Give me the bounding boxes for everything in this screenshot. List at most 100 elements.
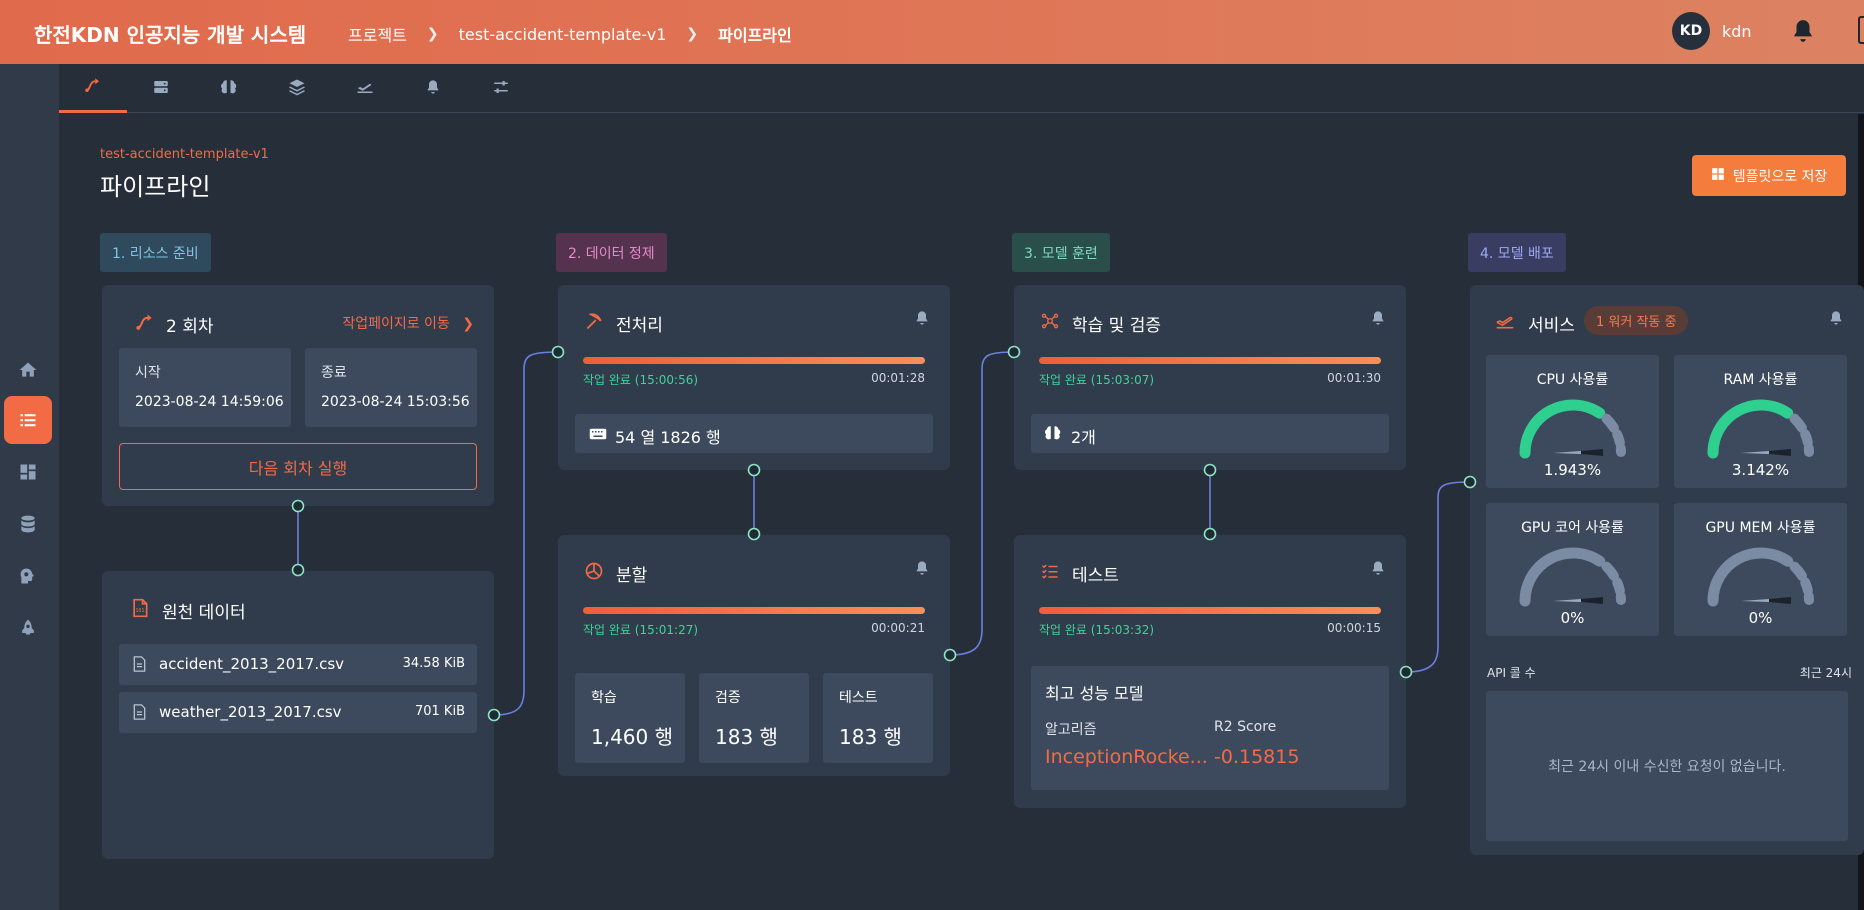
bell-icon[interactable] [1828,309,1844,331]
layers-icon [288,78,306,100]
gauge-needle-tip [1553,599,1581,602]
network-icon [1040,312,1060,335]
start-label: 시작 [135,365,161,381]
api-calls-label: API 콜 수 [1487,666,1536,680]
gauge-arc [1707,399,1794,459]
train-validation-card[interactable]: 학습 및 검증 작업 완료 (15:03:07) 00:01:30 2개 [1014,285,1406,470]
tab-server[interactable] [127,64,195,113]
progress-bar [1039,607,1381,614]
breadcrumb-project[interactable]: test-accident-template-v1 [459,25,667,44]
train-split-box: 학습 1,460 행 [575,673,685,763]
avatar[interactable]: KD [1672,12,1710,50]
gauge-needle-tip [1741,451,1769,454]
chevron-right-icon: ❯ [686,26,699,42]
go-to-job-page-label: 작업페이지로 이동 [342,316,450,332]
split-card[interactable]: 분할 작업 완료 (15:01:27) 00:00:21 학습 1,460 행 … [558,535,950,776]
best-model-box: 최고 성능 모델 알고리즘 InceptionRocke... R2 Score… [1031,666,1389,790]
gauge-label: RAM 사용률 [1723,372,1798,388]
window-icon[interactable] [1858,16,1864,44]
breadcrumb-projects[interactable]: 프로젝트 [348,22,407,46]
cpu-gauge: CPU 사용률 1.943% [1486,355,1659,488]
test-card[interactable]: 테스트 작업 완료 (15:03:32) 00:00:15 최고 성능 모델 알… [1014,535,1406,808]
tab-deploy[interactable] [331,64,399,113]
brain-gear-icon[interactable] [4,552,52,600]
gauge-value: 0% [1560,609,1585,627]
brain-icon [219,78,239,100]
file-row[interactable]: accident_2013_2017.csv 34.58 KiB [119,644,477,685]
rocket-icon[interactable] [4,604,52,652]
breadcrumb-current: 파이프라인 [718,26,792,45]
bell-icon [425,78,441,100]
tab-settings[interactable] [467,64,535,113]
keyboard-icon [589,426,607,445]
gauge-arc [1612,577,1625,596]
tab-alerts[interactable] [399,64,467,113]
stage-label-data-cleaning: 2. 데이터 정제 [556,233,667,272]
gauge-dial [1519,547,1626,607]
progress-bar [583,357,925,364]
elapsed-time: 00:00:15 [1327,621,1381,635]
save-template-label: 템플릿으로 저장 [1732,168,1828,185]
gauge-arc [1800,429,1813,448]
model-count-box: 2개 [1031,414,1389,453]
gauge-needle-tip [1741,599,1769,602]
file-row[interactable]: weather_2013_2017.csv 701 KiB [119,692,477,733]
api-calls-chart: 최근 24시 이내 수신한 요청이 없습니다. [1486,691,1848,841]
service-card[interactable]: 서비스 1 워커 작동 중 CPU 사용률 1.943% RAM 사용률 3.1… [1470,285,1864,855]
gauge-arc [1601,561,1619,581]
tab-pipeline[interactable] [59,64,127,113]
file-size: 34.58 KiB [402,656,465,671]
gauge-arc [1519,547,1606,607]
elapsed-time: 00:01:30 [1327,371,1381,385]
status-text: 작업 완료 (15:01:27) [583,623,699,637]
plane-icon [1494,311,1516,336]
bell-icon[interactable] [914,309,930,331]
gauge-label: GPU MEM 사용률 [1705,520,1816,536]
algorithm-value: InceptionRocke... [1045,746,1208,768]
bell-icon[interactable] [914,559,930,581]
data-shape: 54 열 1826 행 [615,428,721,447]
checklist-icon [1040,562,1060,585]
gauge-needle [1581,597,1603,604]
worker-status-badge: 1 워커 작동 중 [1584,306,1689,335]
bell-icon[interactable] [1370,309,1386,331]
next-run-button[interactable]: 다음 회차 실행 [119,443,477,490]
gauge-arc [1601,413,1619,433]
app-title[interactable]: 한전KDN 인공지능 개발 시스템 [34,19,306,48]
gauge-needle [1581,449,1603,456]
go-to-job-page-link[interactable]: 작업페이지로 이동 ❯ [342,313,474,333]
tab-layers[interactable] [263,64,331,113]
start-value: 2023-08-24 14:59:06 [135,394,284,410]
svg-text:101: 101 [135,608,144,614]
page-title: 파이프라인 [100,173,211,201]
file-name: weather_2013_2017.csv [159,703,342,721]
model-count: 2개 [1071,428,1096,447]
gauge-needle [1769,597,1791,604]
dashboard-icon[interactable] [4,448,52,496]
api-empty-message: 최근 24시 이내 수신한 요청이 없습니다. [1548,759,1786,775]
notification-bell-icon[interactable] [1790,18,1816,48]
gauge-dial [1707,547,1814,607]
database-icon[interactable] [4,500,52,548]
status-text: 작업 완료 (15:03:07) [1039,373,1155,387]
home-icon[interactable] [4,346,52,394]
service-title: 서비스 [1528,316,1575,336]
test-title: 테스트 [1072,566,1119,586]
split-label: 학습 [591,690,617,706]
split-value: 183 행 [839,725,902,749]
split-value: 183 행 [715,725,778,749]
tab-model[interactable] [195,64,263,113]
bell-icon[interactable] [1370,559,1386,581]
list-icon[interactable] [4,396,52,444]
chevron-right-icon: ❯ [462,316,474,332]
preprocess-card[interactable]: 전처리 작업 완료 (15:00:56) 00:01:28 54 열 1826 … [558,285,950,470]
pipeline-toolbar [59,64,1864,113]
save-template-button[interactable]: 템플릿으로 저장 [1692,155,1846,196]
validation-split-box: 검증 183 행 [699,673,809,763]
status-text: 작업 완료 (15:00:56) [583,373,699,387]
gauge-arc [1519,399,1606,459]
server-icon [152,78,170,100]
status-text: 작업 완료 (15:03:32) [1039,623,1155,637]
grid-icon [1711,167,1725,185]
username[interactable]: kdn [1722,22,1752,41]
